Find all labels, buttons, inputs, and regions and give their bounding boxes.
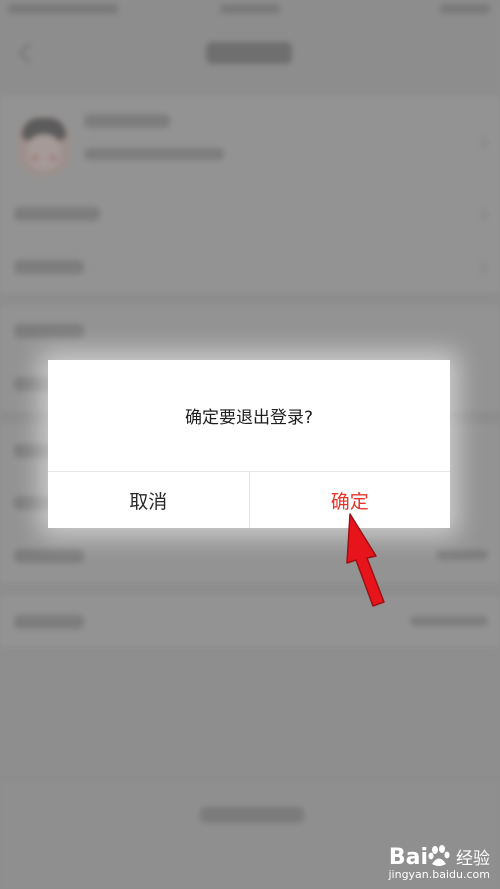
watermark-url: jingyan.baidu.com [388, 868, 490, 881]
settings-row [0, 306, 500, 357]
cancel-button[interactable]: 取消 [48, 472, 250, 528]
dialog-message: 确定要退出登录? [48, 360, 450, 472]
logout-confirm-dialog: 确定要退出登录? 取消 确定 [48, 360, 450, 528]
watermark-brand-suffix: 经验 [456, 849, 490, 869]
profile-row [0, 96, 500, 189]
dialog-buttons: 取消 确定 [48, 472, 450, 528]
navigation-bar [0, 22, 500, 84]
settings-row [0, 188, 500, 241]
screen: 确定要退出登录? 取消 确定 Bai 经验 jingyan.baidu.com [0, 0, 500, 889]
watermark-brand-prefix: Bai [388, 845, 428, 870]
confirm-button[interactable]: 确定 [250, 472, 451, 528]
bottom-button-placeholder [200, 807, 304, 823]
status-bar [0, 0, 500, 22]
avatar [18, 116, 70, 176]
settings-row [0, 240, 500, 295]
settings-row [0, 596, 500, 649]
baidu-jingyan-watermark: Bai 经验 jingyan.baidu.com [388, 844, 490, 881]
paw-icon [428, 845, 450, 866]
page-title-placeholder [206, 42, 292, 64]
back-chevron-icon [19, 43, 39, 63]
settings-row [0, 528, 500, 585]
